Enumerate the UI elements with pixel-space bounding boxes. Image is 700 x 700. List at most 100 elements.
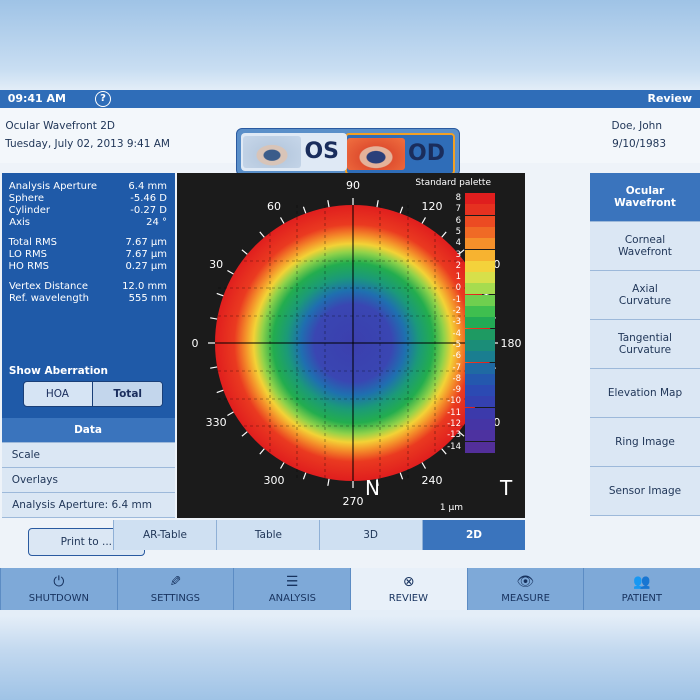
color-scale: 8 7 6 5 4 3 2 1 0 -1 -2 -3 -4 -5 -6 -7 -8 -9 -10 -11 -12 -13-…	[435, 193, 495, 453]
scale-swatch	[465, 339, 495, 351]
menu-item-elevation-map[interactable]: Elevation Map	[590, 369, 700, 418]
patient-icon: 👥	[633, 574, 651, 590]
tab-table[interactable]: Table	[216, 520, 319, 550]
scale-unit: 1 µm	[440, 503, 464, 513]
patient-name: Doe, John	[612, 120, 663, 132]
palette-title: Standard palette	[415, 178, 491, 188]
angle-tick	[279, 462, 285, 469]
menu-item-corneal-wavefront[interactable]: Corneal Wavefront	[590, 222, 700, 271]
info-row: Analysis Aperture 6.4 mm	[9, 181, 167, 193]
nav-analysis[interactable]: ☰ ANALYSIS	[233, 568, 350, 610]
help-icon[interactable]: ?	[95, 91, 111, 107]
wavefront-map: 0306090120150180210240270300330 T N Stan…	[177, 173, 525, 518]
bottom-navigation: 👥 PATIENT 👁 MEASURE ⊗ REVIEW ☰ ANALYSIS ✎ SETTING…	[0, 568, 700, 610]
info-key: Ref. wavelength	[9, 293, 90, 304]
tab-3d[interactable]: 3D	[319, 520, 422, 550]
nav-review[interactable]: ⊗ REVIEW	[349, 568, 467, 610]
header: Doe, John 9/10/1983 Ocular Wavefront 2D …	[0, 108, 700, 176]
aperture-option[interactable]: Analysis Aperture: 6.4 mm	[2, 493, 175, 518]
angle-tick	[376, 200, 379, 208]
nav-shutdown[interactable]: ⏻ SHUTDOWN	[0, 568, 117, 610]
scale-label: 3	[455, 249, 461, 260]
angle-tick	[399, 472, 404, 480]
scale-swatch	[465, 249, 495, 261]
nav-settings[interactable]: ✎ SETTINGS	[116, 568, 234, 610]
info-value: 24 °	[146, 217, 167, 228]
scale-swatch	[465, 407, 495, 419]
scale-label: -6	[452, 351, 461, 362]
menu-item-ocular-wavefront[interactable]: Ocular Wavefront	[590, 173, 700, 222]
angle-tick	[421, 217, 427, 224]
angle-label: 30	[209, 258, 223, 271]
scale-swatch	[465, 419, 495, 430]
right-eye-photo	[347, 138, 405, 170]
info-row: HO RMS 0.27 µm	[9, 261, 167, 273]
angle-tick	[302, 472, 307, 480]
scale-swatch	[465, 238, 495, 250]
toggle-total[interactable]: Total	[93, 382, 162, 406]
scale-swatch	[465, 226, 495, 238]
view-tabs: 2D 3D Table AR-Table	[113, 520, 525, 550]
aberration-toggle: Total HOA	[23, 381, 163, 407]
tab-ar-table[interactable]: AR-Table	[113, 520, 216, 550]
angle-tick	[241, 431, 248, 437]
nav-patient[interactable]: 👥 PATIENT	[583, 568, 700, 610]
angle-tick	[327, 200, 330, 208]
measurement-panel: Analysis Aperture 6.4 mm Sphere -5.46 D Cyli…	[2, 173, 175, 433]
info-value: 0.27 µm	[125, 261, 167, 272]
status-mode-label: Review	[647, 92, 693, 105]
angle-label: 300	[264, 474, 285, 487]
scale-swatch	[465, 328, 495, 340]
nasal-marker: N	[365, 476, 380, 500]
status-time: 09:41 AM	[8, 92, 67, 105]
tab-2d[interactable]: 2D	[422, 520, 525, 550]
info-key: Axis	[9, 217, 30, 228]
angle-tick	[259, 448, 265, 455]
app-screen: 09:41 AM Review ? Doe, John 9/10/1983 Oc…	[0, 90, 700, 610]
scale-label: 8	[455, 193, 461, 203]
info-value: -5.46 D	[130, 193, 167, 204]
scale-label: -13	[447, 430, 461, 441]
nav-measure[interactable]: 👁 MEASURE	[466, 568, 584, 610]
info-key: Cylinder	[9, 205, 51, 216]
scale-label: -2	[452, 306, 461, 316]
info-row: LO RMS 7.67 µm	[9, 249, 167, 261]
scale-swatch	[465, 193, 495, 204]
info-value: 7.67 µm	[125, 237, 167, 248]
os-label: OS	[304, 139, 339, 164]
menu-item-tangential-curvature[interactable]: Tangential Curvature	[590, 320, 700, 369]
info-value: 7.67 µm	[125, 249, 167, 260]
temporal-marker: T	[499, 476, 513, 500]
scale-label: -11	[447, 407, 461, 418]
os-button[interactable]: OS	[241, 133, 347, 171]
measure-icon: 👁	[516, 574, 535, 590]
exam-datetime: Tuesday, July 02, 2013 9:41 AM	[5, 138, 170, 150]
scale-swatch	[465, 215, 495, 227]
od-button[interactable]: OD	[345, 133, 455, 175]
exam-title: Ocular Wavefront 2D	[5, 120, 115, 132]
scale-label: 6	[455, 215, 461, 226]
info-key: Sphere	[9, 193, 45, 204]
angle-tick	[241, 249, 248, 255]
scale-label: -3	[452, 317, 461, 328]
scale-option[interactable]: Scale	[2, 443, 175, 468]
info-value: 6.4 mm	[128, 181, 167, 192]
scale-label: 5	[455, 226, 461, 237]
scale-label: 7	[455, 204, 461, 215]
angle-label: 60	[267, 200, 281, 213]
data-header: Data	[2, 418, 175, 443]
info-key: Analysis Aperture	[9, 181, 98, 192]
menu-item-sensor-image[interactable]: Sensor Image	[590, 467, 700, 516]
menu-item-axial-curvature[interactable]: Axial Curvature	[590, 271, 700, 320]
scale-label: -1	[452, 294, 461, 305]
analysis-icon: ☰	[285, 574, 299, 590]
angle-tick	[421, 462, 427, 469]
overlays-option[interactable]: Overlays	[2, 468, 175, 493]
scale-swatch	[465, 260, 495, 272]
angle-label: 90	[346, 179, 360, 192]
scale-label: -7	[452, 362, 461, 373]
menu-item-ring-image[interactable]: Ring Image	[590, 418, 700, 467]
toggle-hoa[interactable]: HOA	[23, 382, 93, 406]
map-type-menu: Ocular Wavefront Corneal Wavefront Axial C…	[590, 173, 700, 516]
info-key: HO RMS	[9, 261, 50, 272]
